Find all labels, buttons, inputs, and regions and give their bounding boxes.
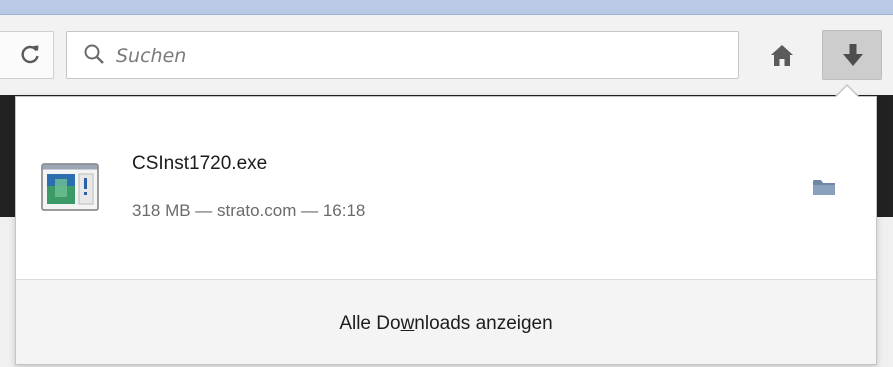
label-part: Alle Do: [339, 313, 401, 334]
download-arrow-icon: [843, 44, 863, 66]
downloads-button[interactable]: [822, 30, 882, 80]
show-all-downloads-label: Alle Downloads anzeigen: [16, 313, 876, 335]
reload-icon: [18, 42, 42, 66]
executable-file-icon: [41, 163, 99, 211]
reload-button[interactable]: [0, 31, 54, 79]
search-input[interactable]: Suchen: [66, 31, 739, 79]
home-icon: [771, 45, 793, 66]
accesskey-letter: w: [400, 313, 415, 334]
panel-arrow-fill: [834, 86, 860, 99]
show-all-downloads-button[interactable]: Alle Downloads anzeigen: [16, 279, 876, 364]
home-button[interactable]: [760, 34, 804, 78]
download-item[interactable]: CSInst1720.exe 318 MB — strato.com — 16:…: [16, 97, 876, 279]
search-placeholder: Suchen: [116, 45, 187, 67]
open-folder-icon[interactable]: [812, 177, 836, 197]
window-top-border: [0, 0, 893, 15]
downloads-panel: CSInst1720.exe 318 MB — strato.com — 16:…: [15, 96, 877, 365]
download-details: 318 MB — strato.com — 16:18: [132, 201, 366, 220]
label-part: nloads anzeigen: [414, 313, 553, 334]
download-file-name: CSInst1720.exe: [132, 153, 268, 174]
search-icon: [83, 43, 105, 65]
